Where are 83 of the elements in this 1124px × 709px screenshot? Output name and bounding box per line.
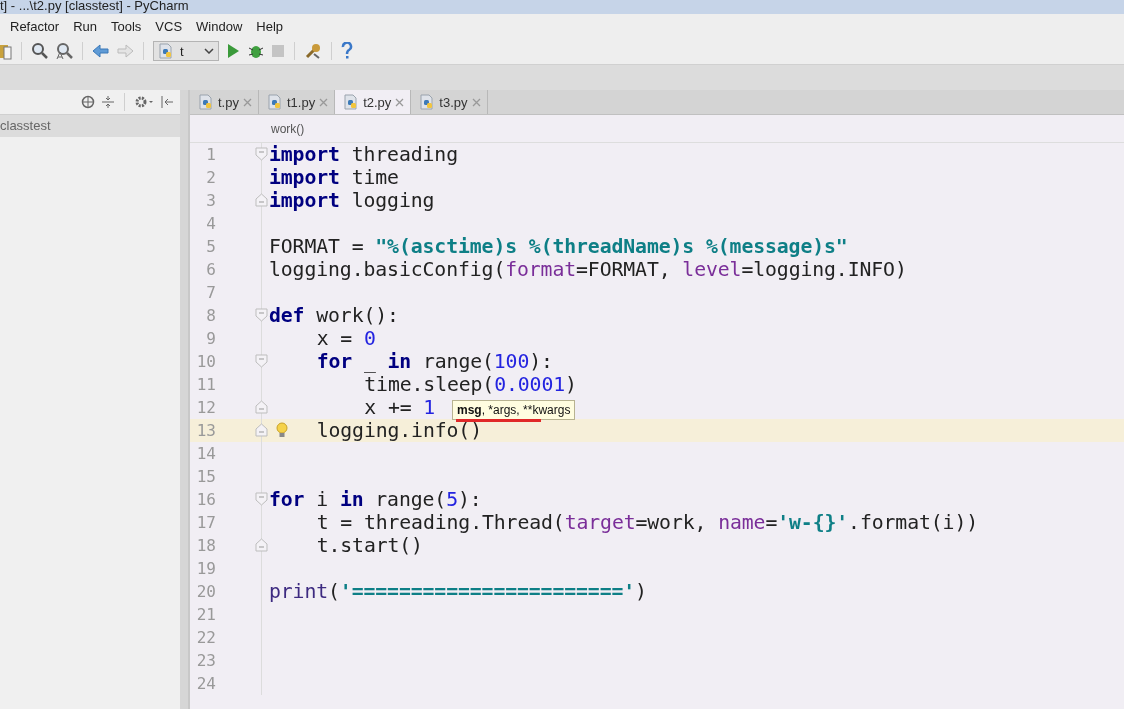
line-number: 22 [195,628,216,647]
target-icon[interactable] [81,95,95,109]
fold-marker-icon[interactable] [255,193,268,207]
search-icon[interactable] [31,42,49,60]
caret-icon [204,48,214,54]
code-line: import logging [269,189,435,212]
window-title: t] - ...\t2.py [classtest] - PyCharm [0,0,1124,14]
line-number: 24 [195,674,216,693]
code-line: logging.info() [316,419,482,442]
fold-marker-icon[interactable] [255,538,268,552]
breadcrumb[interactable]: work() [271,121,305,136]
code-line: time.sleep(0.0001) [364,373,577,396]
fold-marker-icon[interactable] [255,423,268,437]
close-icon[interactable] [242,97,252,107]
code-line: import time [269,166,399,189]
line-number: 6 [205,260,216,279]
line-number: 1 [205,145,216,164]
forward-arrow-icon[interactable] [116,43,134,59]
project-root-item[interactable]: classtest [0,115,180,137]
code-line: def work(): [269,304,399,327]
line-number: 9 [205,329,216,348]
python-file-icon [266,94,283,110]
line-number: 7 [205,283,216,302]
menu-item[interactable]: Run [73,18,97,34]
line-number: 10 [195,352,216,371]
hide-panel-icon[interactable] [160,95,174,109]
code-line: for _ in range(100): [316,350,553,373]
line-number: 13 [195,421,216,440]
code-line: t = threading.Thread(target=work, name='w-{}'.format(i)) [316,511,978,534]
line-number: 14 [195,444,216,463]
fold-marker-icon[interactable] [255,308,268,322]
collapse-icon[interactable] [101,95,115,109]
fold-marker-icon[interactable] [255,147,268,161]
line-number: 21 [195,605,216,624]
code-line: x = 0 [316,327,376,350]
fold-marker-icon[interactable] [255,354,268,368]
line-number: 17 [195,513,216,532]
code-line: FORMAT = "%(asctime)s %(threadName)s %(message)s" [269,235,848,258]
menu-item[interactable]: Help [256,18,284,34]
code-line: for i in range(5): [269,488,482,511]
menu-item[interactable]: VCS [155,18,183,34]
line-number: 8 [205,306,216,325]
python-file-icon [343,94,360,110]
line-number: 12 [195,398,216,417]
lightbulb-icon[interactable] [276,422,288,438]
code-line: x += 1 [364,396,436,419]
close-icon[interactable] [471,97,481,107]
line-number: 15 [195,467,216,486]
back-arrow-icon[interactable] [92,43,110,59]
line-number: 20 [195,582,216,601]
close-icon[interactable] [395,97,405,107]
code-line: print('=======================') [269,580,647,603]
settings-icon[interactable] [134,95,154,109]
run-icon[interactable] [225,43,241,59]
stop-icon[interactable] [271,44,285,58]
python-file-icon [158,43,174,59]
code-line: logging.basicConfig(format=FORMAT, level=logging.INFO) [269,258,907,281]
menu-item[interactable]: Window [196,18,243,34]
fold-marker-icon[interactable] [255,400,268,414]
clipboard-icon[interactable] [0,42,12,60]
run-config-dropdown[interactable]: t [153,41,219,61]
line-number: 2 [205,168,216,187]
close-icon[interactable] [319,97,329,107]
python-file-icon [198,94,214,110]
help-icon[interactable] [341,42,353,60]
code-line: t.start() [316,534,423,557]
bug-icon[interactable] [247,43,265,59]
line-number: 18 [195,536,216,555]
line-number: 5 [205,237,216,256]
parameter-hint-tooltip: msg, *args, **kwargs [452,400,576,420]
line-number: 16 [195,490,216,509]
python-file-icon [419,94,436,110]
line-number: 19 [195,559,216,578]
replace-icon[interactable] [55,42,73,60]
line-number: 3 [205,191,216,210]
menu-item[interactable]: Refactor [10,18,60,34]
line-number: 4 [205,214,216,233]
code-line: import threading [269,143,458,166]
line-number: 23 [195,651,216,670]
editor-tab[interactable]: t2.py [335,90,412,114]
menu-item[interactable]: Tools [111,18,142,34]
fold-marker-icon[interactable] [255,492,268,506]
line-number: 11 [195,375,216,394]
